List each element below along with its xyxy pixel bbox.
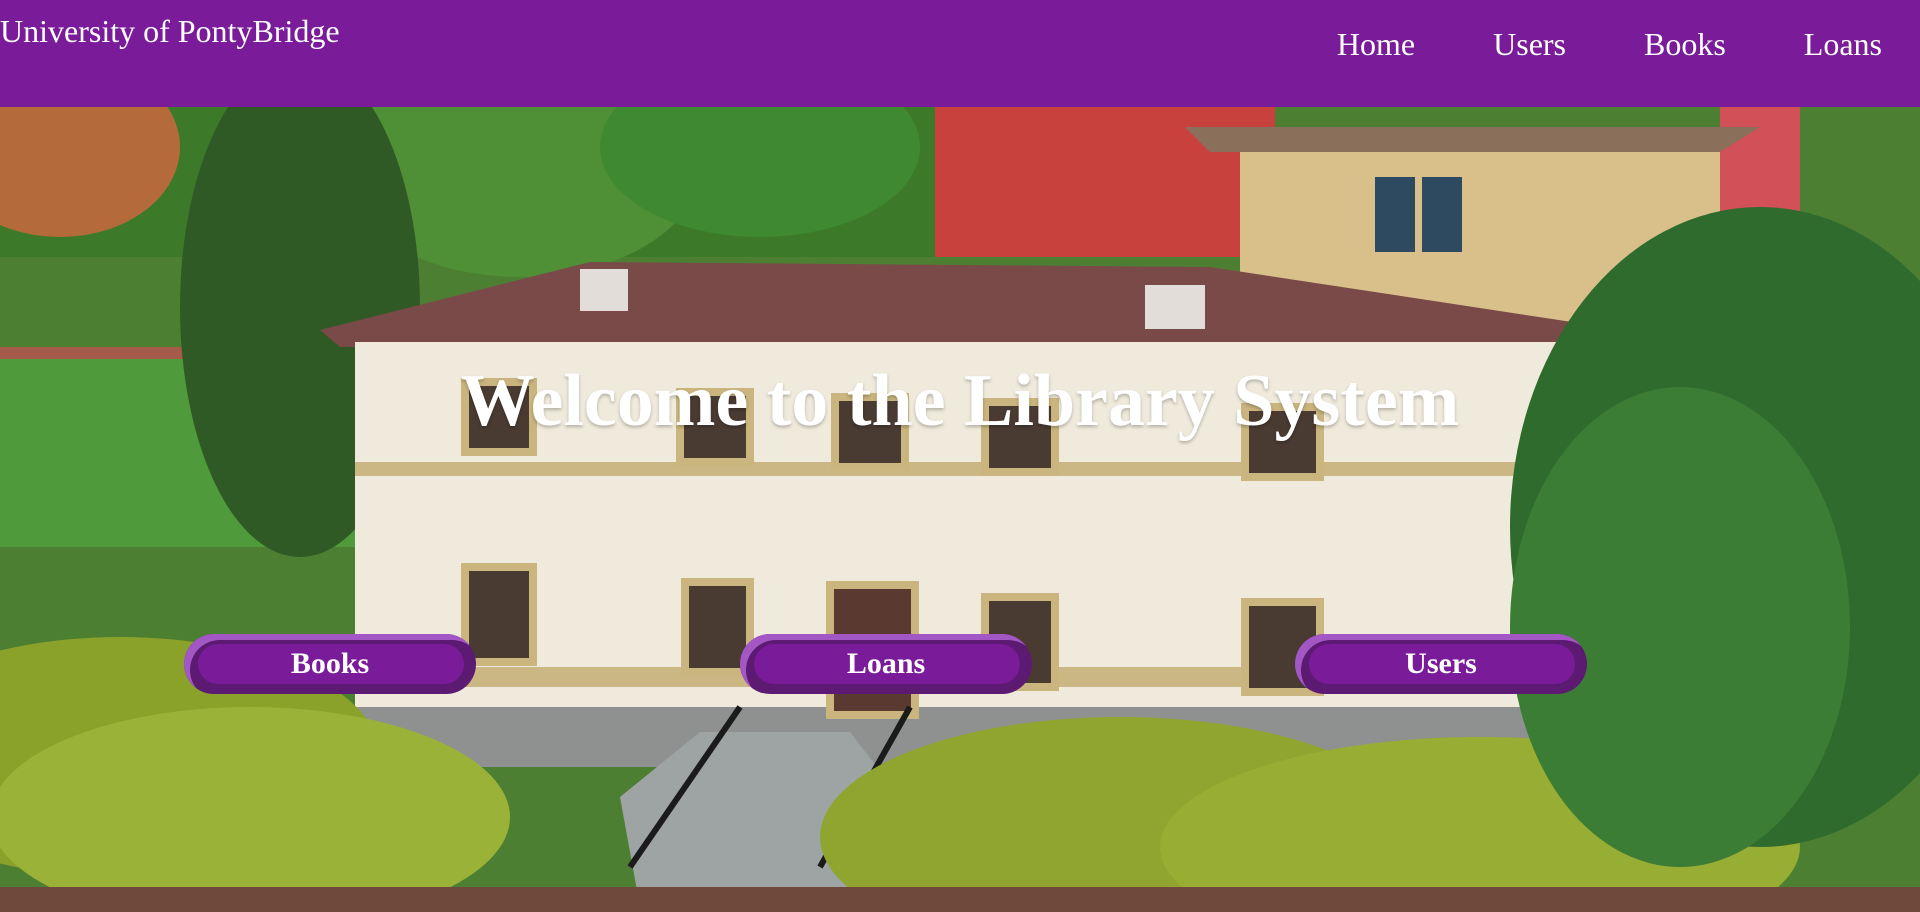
loans-button-label: Loans — [846, 647, 926, 680]
books-button-label: Books — [290, 647, 370, 680]
hero-scene-illustration — [0, 107, 1920, 912]
nav-loans-link[interactable]: Loans — [1804, 23, 1882, 65]
users-button-label: Users — [1405, 647, 1477, 680]
nav-books-link[interactable]: Books — [1644, 23, 1726, 65]
books-button[interactable]: Books — [184, 634, 476, 694]
main-nav: Home Users Books Loans — [1337, 23, 1920, 65]
nav-users-link[interactable]: Users — [1493, 23, 1566, 65]
nav-home-link[interactable]: Home — [1337, 23, 1415, 65]
users-button[interactable]: Users — [1295, 634, 1587, 694]
loans-button[interactable]: Loans — [740, 634, 1032, 694]
site-brand[interactable]: University of PontyBridge — [0, 12, 340, 50]
hero-title: Welcome to the Library System — [460, 359, 1460, 442]
top-navbar: University of PontyBridge Home Users Boo… — [0, 0, 1920, 107]
hero-background-image — [0, 107, 1920, 912]
